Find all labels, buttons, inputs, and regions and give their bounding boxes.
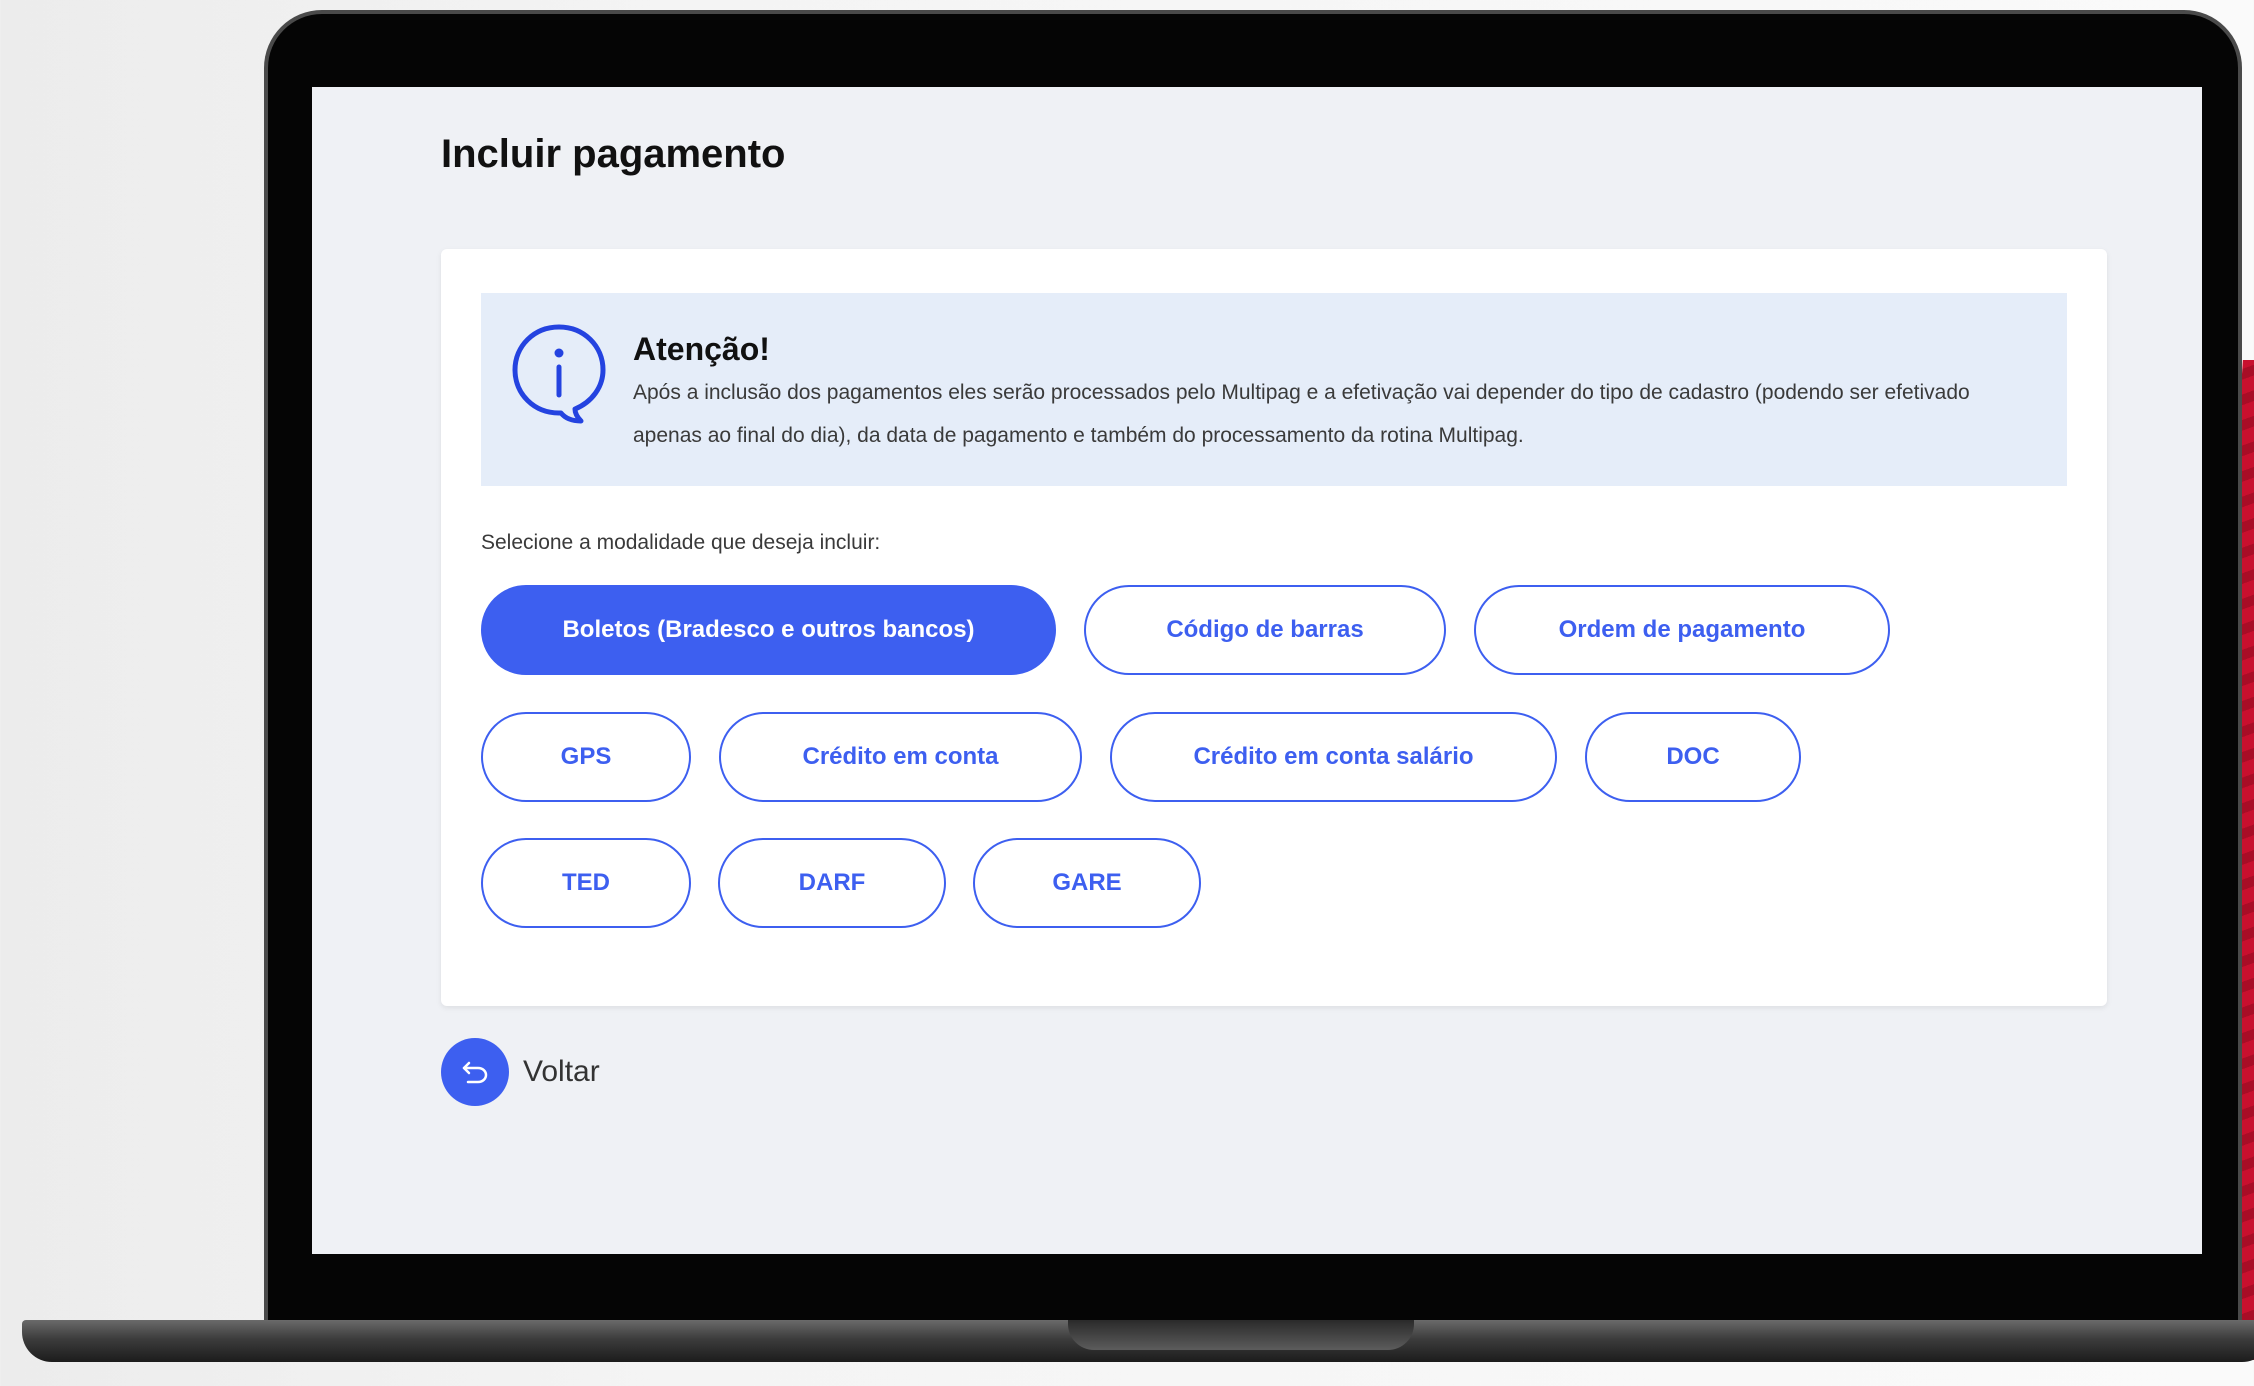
attention-alert: Atenção! Após a inclusão dos pagamentos … <box>481 293 2067 486</box>
option-doc-button[interactable]: DOC <box>1585 712 1801 802</box>
option-gare-button[interactable]: GARE <box>973 838 1201 928</box>
option-darf-button[interactable]: DARF <box>718 838 946 928</box>
option-boletos-button[interactable]: Boletos (Bradesco e outros bancos) <box>481 585 1056 675</box>
back-icon-circle[interactable] <box>441 1038 509 1106</box>
info-speech-bubble-icon <box>512 324 606 424</box>
laptop-notch <box>1068 1320 1414 1350</box>
option-ted-button[interactable]: TED <box>481 838 691 928</box>
alert-title: Atenção! <box>633 331 770 367</box>
option-codigo-de-barras-button[interactable]: Código de barras <box>1084 585 1446 675</box>
option-ordem-de-pagamento-button[interactable]: Ordem de pagamento <box>1474 585 1890 675</box>
back-button[interactable]: Voltar <box>441 1038 600 1106</box>
app-screen: Incluir pagamento Atenção! Após a inclus… <box>312 87 2202 1254</box>
modality-select-label: Selecione a modalidade que deseja inclui… <box>481 531 881 554</box>
option-credito-em-conta-salario-button[interactable]: Crédito em conta salário <box>1110 712 1557 802</box>
option-gps-button[interactable]: GPS <box>481 712 691 802</box>
undo-arrow-icon <box>462 1061 488 1084</box>
payment-card: Atenção! Após a inclusão dos pagamentos … <box>441 249 2107 1006</box>
page-title: Incluir pagamento <box>441 132 786 176</box>
alert-message: Após a inclusão dos pagamentos eles serã… <box>633 381 1970 447</box>
option-credito-em-conta-button[interactable]: Crédito em conta <box>719 712 1082 802</box>
back-label: Voltar <box>523 1055 600 1088</box>
